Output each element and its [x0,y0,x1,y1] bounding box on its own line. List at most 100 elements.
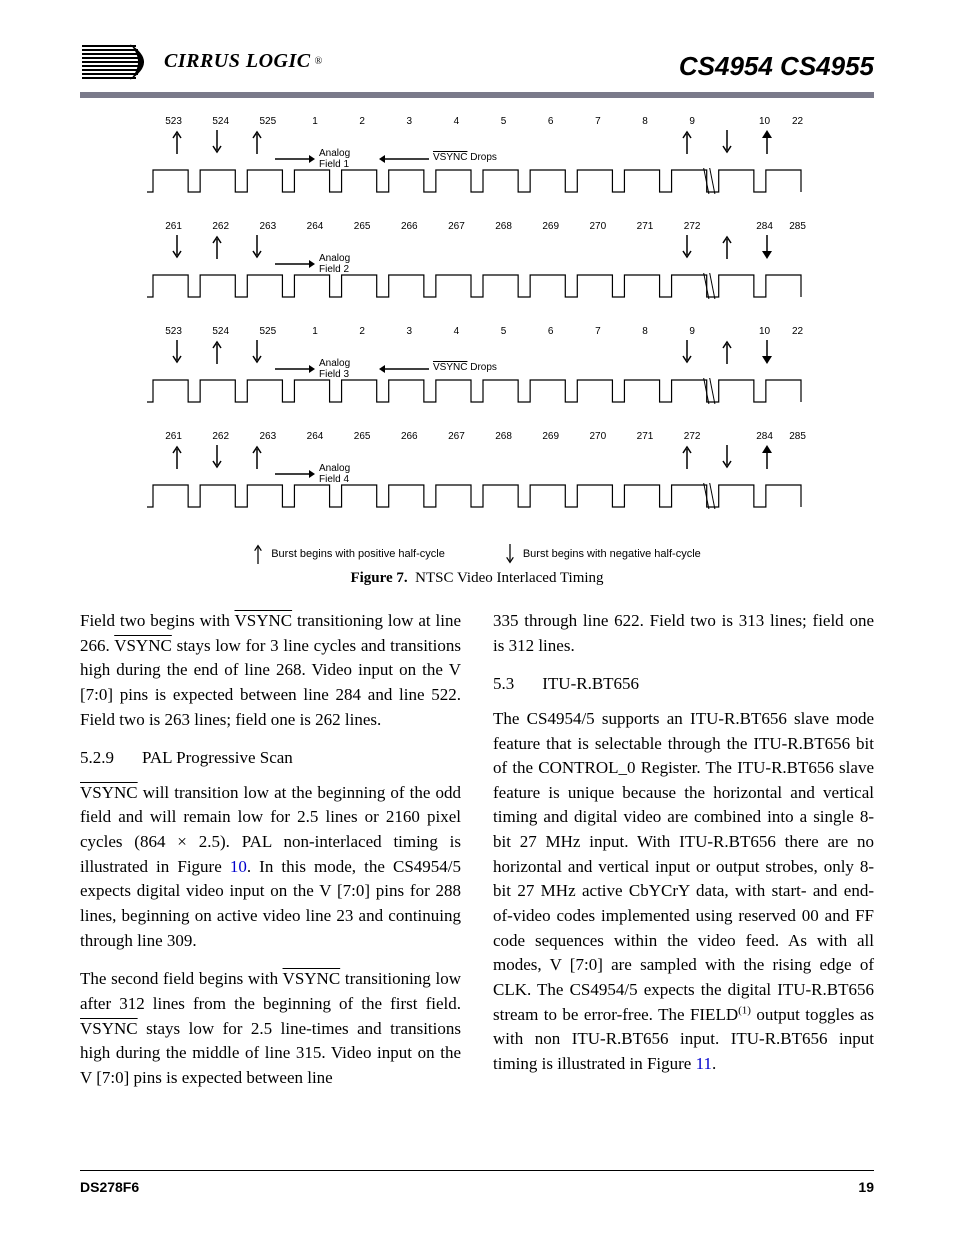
figure-label: Figure 7. [350,570,407,586]
timing-row-3: AnalogField 3VSYNC Drops 523524525123456… [147,326,807,431]
line-number: 270 [590,431,607,442]
line-number: 264 [307,431,324,442]
burst-arrow-icon [172,235,182,259]
field-start-arrow-icon [275,154,315,164]
page-footer: DS278F6 19 [80,1170,874,1195]
line-number: 265 [354,221,371,232]
section-title: PAL Progressive Scan [142,746,293,771]
section-number: 5.2.9 [80,746,114,771]
line-number: 3 [407,116,413,127]
vsync-drops-arrow-icon [379,364,429,374]
line-number: 269 [542,221,559,232]
line-number: 8 [642,326,648,337]
burst-arrow-icon [762,130,772,154]
line-number: 525 [260,326,277,337]
vsync-drops-label: VSYNC Drops [433,152,497,163]
line-number: 9 [689,116,695,127]
line-number: 1 [312,116,318,127]
line-number: 269 [542,431,559,442]
burst-arrow-icon [172,130,182,154]
burst-arrow-icon [722,340,732,364]
line-number: 284 [756,431,773,442]
paragraph: The CS4954/5 supports an ITU-R.BT656 sla… [493,707,874,1077]
burst-arrow-icon [722,235,732,259]
paragraph: The second field begins with VSYNC trans… [80,967,461,1090]
line-number: 7 [595,326,601,337]
timing-row-1: AnalogField 1VSYNC Drops 523524525123456… [147,116,807,221]
figure-link-11[interactable]: 11 [696,1054,712,1073]
section-number: 5.3 [493,672,514,697]
line-number: 5 [501,326,507,337]
line-number: 3 [407,326,413,337]
burst-arrow-icon [252,235,262,259]
section-heading-529: 5.2.9 PAL Progressive Scan [80,746,461,771]
legend-positive: Burst begins with positive half-cycle [253,544,445,564]
burst-arrow-icon [212,235,222,259]
line-number: 262 [212,221,229,232]
paragraph: 335 through line 622. Field two is 313 l… [493,609,874,658]
burst-arrow-icon [682,130,692,154]
line-number: 263 [260,221,277,232]
line-number: 5 [501,116,507,127]
section-heading-53: 5.3 ITU-R.BT656 [493,672,874,697]
figure-link-10[interactable]: 10 [230,857,247,876]
line-number: 266 [401,221,418,232]
line-number: 523 [165,326,182,337]
line-number: 268 [495,221,512,232]
line-number: 262 [212,431,229,442]
field-label: AnalogField 4 [319,463,350,485]
line-number: 8 [642,116,648,127]
field-start-arrow-icon [275,469,315,479]
line-number: 22 [792,326,803,337]
up-arrow-icon [253,544,263,564]
line-number: 2 [359,116,365,127]
part-number-title: CS4954 CS4955 [679,51,874,82]
line-number: 2 [359,326,365,337]
vsync-drops-arrow-icon [379,154,429,164]
burst-arrow-icon [682,445,692,469]
right-column: 335 through line 622. Field two is 313 l… [493,609,874,1105]
logo-text: CIRRUS LOGIC [164,50,311,73]
burst-arrow-icon [172,340,182,364]
line-number: 523 [165,116,182,127]
burst-arrow-icon [172,445,182,469]
waveform [147,483,807,507]
line-number: 525 [260,116,277,127]
line-number: 285 [789,431,806,442]
line-number: 261 [165,431,182,442]
logo-icon [80,40,160,82]
figure-7: AnalogField 1VSYNC Drops 523524525123456… [147,116,807,564]
burst-arrow-icon [762,445,772,469]
line-number: 272 [684,431,701,442]
burst-arrow-icon [682,340,692,364]
burst-arrow-icon [212,340,222,364]
document-id: DS278F6 [80,1179,139,1195]
vsync-drops-label: VSYNC Drops [433,362,497,373]
burst-arrow-icon [762,340,772,364]
figure-caption: Figure 7. NTSC Video Interlaced Timing [80,570,874,587]
line-number: 271 [637,221,654,232]
line-number: 272 [684,221,701,232]
field-start-arrow-icon [275,364,315,374]
line-number: 9 [689,326,695,337]
paragraph: Field two begins with VSYNC transitionin… [80,609,461,732]
page-header: CIRRUS LOGIC ® CS4954 CS4955 [80,40,874,90]
burst-arrow-icon [252,340,262,364]
line-number: 6 [548,326,554,337]
line-number: 270 [590,221,607,232]
section-title: ITU-R.BT656 [542,672,639,697]
line-number: 10 [759,326,770,337]
burst-arrow-icon [762,235,772,259]
burst-arrow-icon [212,130,222,154]
burst-arrow-icon [722,130,732,154]
line-number: 267 [448,431,465,442]
line-number: 265 [354,431,371,442]
left-column: Field two begins with VSYNC transitionin… [80,609,461,1105]
line-number: 524 [212,326,229,337]
burst-arrow-icon [682,235,692,259]
page-number: 19 [858,1179,874,1195]
legend-negative: Burst begins with negative half-cycle [505,544,701,564]
line-number: 266 [401,431,418,442]
line-number: 4 [454,326,460,337]
waveform [147,273,807,297]
